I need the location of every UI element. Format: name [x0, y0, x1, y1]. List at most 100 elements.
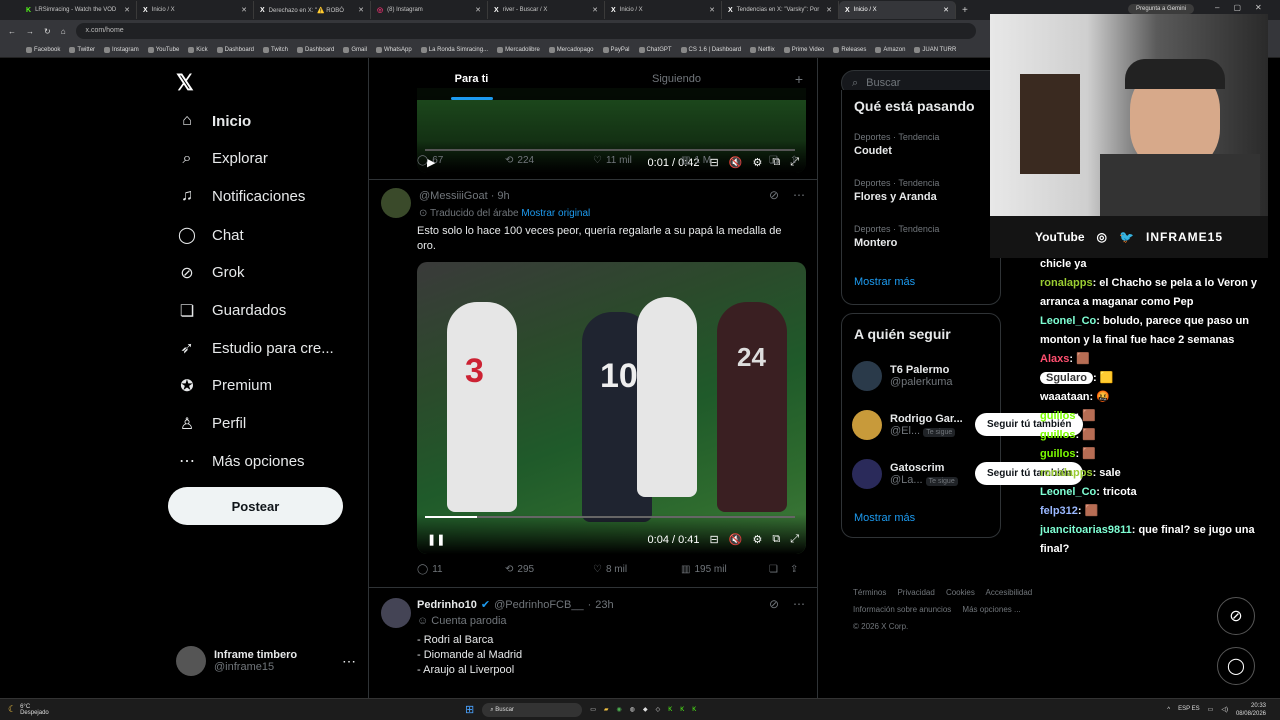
captions-icon[interactable]: ⊟ [710, 533, 719, 546]
trend-item[interactable]: Deportes · Tendencia Coudet [854, 132, 939, 157]
nav-item-notifications[interactable]: ♫ Notificaciones [178, 187, 305, 205]
close-icon[interactable]: ✕ [592, 6, 598, 14]
reply-button[interactable]: ◯ 11 [417, 564, 505, 575]
more-icon[interactable]: ⋯ [342, 653, 356, 670]
tweet2-handle[interactable]: @MessiiiGoat [419, 190, 488, 202]
nav-item-home[interactable]: ⌂ Inicio [178, 112, 251, 130]
show-more-link[interactable]: Mostrar más [854, 276, 915, 288]
bookmark-item[interactable]: Prime Video [783, 46, 824, 53]
bookmark-item[interactable]: La Ronda Simracing... [420, 46, 488, 53]
pause-icon[interactable]: ❚❚ [427, 533, 445, 546]
bookmark-item[interactable]: CS 1.6 | Dashboard [680, 46, 741, 53]
trend-item[interactable]: Deportes · Tendencia Montero [854, 224, 939, 249]
browser-tab[interactable]: X Inicio / X ✕ [605, 1, 722, 19]
grok-icon[interactable]: ⊘ [1217, 597, 1255, 635]
kick-icon[interactable]: K [680, 707, 684, 713]
more-icon[interactable]: ⋯ [793, 188, 805, 202]
forward-icon[interactable]: → [26, 27, 34, 36]
bookmark-item[interactable]: Kick [188, 46, 208, 53]
views-count[interactable]: ▥ 1 M [681, 155, 769, 166]
nav-item-explore[interactable]: ⌕ Explorar [178, 150, 268, 168]
close-icon[interactable]: ✕ [709, 6, 715, 14]
show-original-link[interactable]: Mostrar original [521, 208, 590, 219]
reply-button[interactable]: ◯ 67 [417, 155, 505, 166]
avatar[interactable] [381, 598, 411, 628]
repost-button[interactable]: ⟲ 224 [505, 155, 593, 166]
follow-suggestion[interactable]: Rodrigo Gar... @El... Te sigue [852, 410, 963, 440]
bookmark-item[interactable]: JUAN TURR [914, 46, 956, 53]
like-button[interactable]: ♡ 8 mil [593, 564, 681, 575]
post-button[interactable]: Postear [168, 487, 343, 525]
follow-suggestion[interactable]: Gatoscrim @La... Te sigue [852, 459, 958, 489]
nav-item-bookmarks[interactable]: ❏ Guardados [178, 301, 286, 321]
volume-icon[interactable]: ◁) [1221, 706, 1228, 713]
close-icon[interactable]: ✕ [826, 6, 832, 14]
tray-chevron-icon[interactable]: ^ [1167, 707, 1170, 713]
bookmark-item[interactable]: Releases [833, 46, 866, 53]
bookmark-icon[interactable]: ❏ [769, 155, 778, 166]
nav-item-profile[interactable]: ♙ Perfil [178, 414, 246, 434]
tab-para-ti[interactable]: Para ti [369, 58, 574, 100]
browser-tab[interactable]: X Tendencias en X: "Varsky": Por ✕ [722, 1, 839, 19]
bookmark-item[interactable]: Dashboard [216, 46, 254, 53]
chat-username[interactable]: Alaxs [1040, 353, 1069, 365]
like-button[interactable]: ♡ 11 mil [593, 155, 681, 166]
browser-tab[interactable]: X Derechazo en X: "⚠️ ROBÓ ✕ [254, 1, 371, 19]
back-icon[interactable]: ← [8, 27, 16, 36]
chat-username[interactable]: Leonel_Co [1040, 486, 1096, 498]
taskbar-search[interactable]: ⌕ Buscar [482, 702, 583, 717]
footer-link[interactable]: Accesibilidad [986, 588, 1033, 597]
chat-username[interactable]: guillos [1040, 410, 1075, 422]
reload-icon[interactable]: ↻ [44, 27, 51, 36]
window-controls[interactable]: –▢✕ [1215, 3, 1276, 12]
app-icon[interactable]: ◆ [643, 706, 648, 713]
share-icon[interactable]: ⇪ [790, 155, 798, 166]
nav-item-more[interactable]: ⋯ Más opciones [178, 451, 305, 471]
url-field[interactable]: x.com/home [75, 23, 976, 39]
chat-username[interactable]: ronalapps [1040, 467, 1093, 479]
footer-link[interactable]: Cookies [946, 588, 975, 597]
bookmark-item[interactable]: Twitch [263, 46, 288, 53]
bookmark-item[interactable]: Dashboard [297, 46, 334, 53]
chat-username[interactable]: felp312 [1040, 505, 1078, 517]
x-logo[interactable]: 𝕏 [176, 70, 194, 96]
steam-icon[interactable]: ◍ [630, 706, 635, 713]
tweet2-video[interactable]: 3 10 24 ❚❚ 0:04 / 0:41 ⊟ 🔇 ⚙ ⧉ ⤢ [417, 262, 806, 554]
bookmark-icon[interactable]: ❏ [769, 564, 778, 575]
kick-icon[interactable]: K [668, 707, 672, 713]
follow-suggestion[interactable]: T6 Palermo @palerkuma [852, 361, 953, 391]
bookmark-item[interactable]: Gmail [343, 46, 367, 53]
footer-link[interactable]: Más opciones ... [962, 605, 1020, 614]
bookmark-item[interactable]: ChatGPT [638, 46, 672, 53]
windows-start-icon[interactable]: ⊞ [465, 703, 474, 716]
account-switcher[interactable]: Inframe timbero @inframe15 ⋯ [176, 646, 356, 676]
trend-item[interactable]: Deportes · Tendencia Flores y Aranda [854, 178, 939, 203]
chat-username[interactable]: ronalapps [1040, 277, 1093, 289]
taskview-icon[interactable]: ▭ [590, 706, 596, 713]
bookmark-item[interactable]: Twitter [69, 46, 95, 53]
chat-username[interactable]: guillos [1040, 429, 1075, 441]
bookmark-item[interactable]: Amazon [875, 46, 905, 53]
footer-link[interactable]: Términos [853, 588, 886, 597]
bookmark-item[interactable]: Netflix [750, 46, 775, 53]
bookmark-item[interactable]: PayPal [602, 46, 630, 53]
tweet3-name[interactable]: Pedrinho10 [417, 599, 477, 611]
home-icon[interactable]: ⌂ [61, 27, 66, 36]
show-more-link[interactable]: Mostrar más [854, 512, 915, 524]
settings-icon[interactable]: ⚙ [752, 533, 762, 546]
nav-item-creator-studio[interactable]: ➶ Estudio para cre... [178, 338, 333, 358]
close-icon[interactable]: ✕ [124, 6, 130, 14]
bookmark-item[interactable]: Mercadolibre [497, 46, 540, 53]
grok-icon[interactable]: ⊘ [769, 597, 779, 611]
chat-username[interactable]: Sgularo [1040, 372, 1093, 384]
share-icon[interactable]: ⇪ [790, 564, 798, 575]
weather-widget[interactable]: ☾ 6°C Despejado [0, 704, 120, 716]
close-icon[interactable]: ✕ [475, 6, 481, 14]
chat-username[interactable]: Leonel_Co [1040, 315, 1096, 327]
folder-icon[interactable]: ▰ [604, 706, 609, 713]
fullscreen-icon[interactable]: ⤢ [790, 533, 799, 546]
browser-tab[interactable]: X Inicio / X ✕ [839, 1, 956, 19]
nav-item-chat[interactable]: ◯ Chat [178, 225, 244, 245]
more-icon[interactable]: ⋯ [793, 597, 805, 611]
bookmark-item[interactable]: Mercadopago [548, 46, 594, 53]
